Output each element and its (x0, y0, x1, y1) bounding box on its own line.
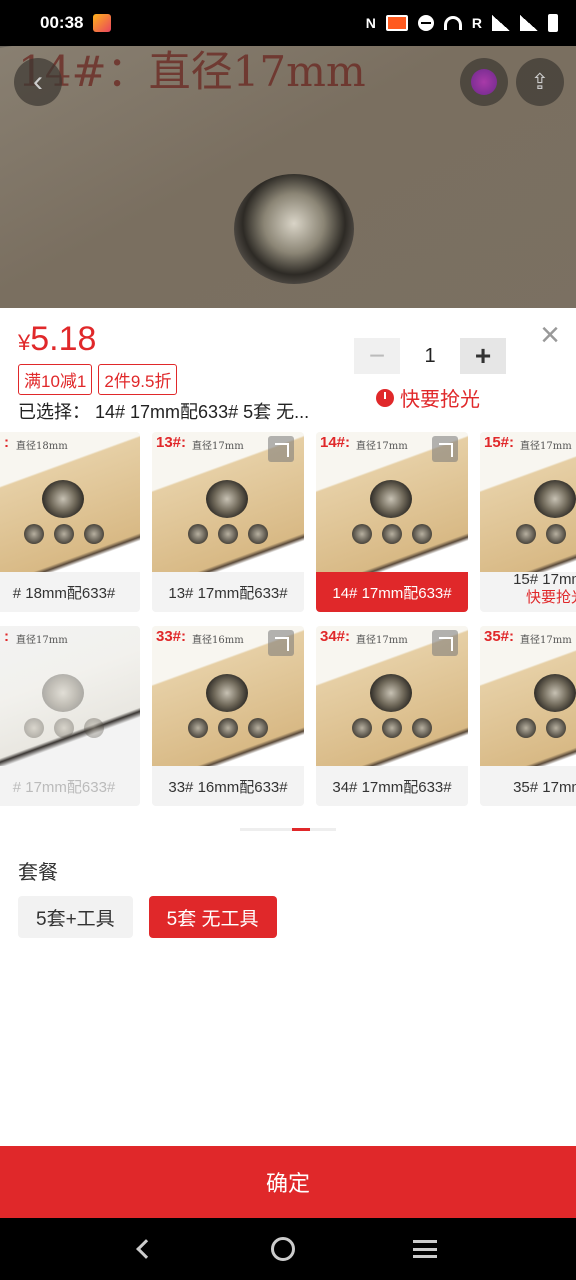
status-icons: N R (366, 14, 558, 32)
variant-card-unavailable[interactable]: : 直径17mm # 17mm配633# (0, 626, 140, 806)
variant-code: 15#: (484, 434, 515, 451)
battery-icon (548, 14, 558, 32)
page-indicator-active (292, 828, 310, 831)
package-title: 套餐 (18, 862, 58, 884)
variant-desc: 直径16mm (192, 635, 244, 646)
variant-label: 34# 17mm配633# (316, 766, 468, 806)
back-nav-icon[interactable] (136, 1239, 156, 1259)
signal-icon (492, 15, 510, 31)
variant-label: 33# 16mm配633# (152, 766, 304, 806)
signal-icon-2 (520, 15, 538, 31)
variant-code: 14#: (320, 434, 351, 451)
expand-icon[interactable] (268, 436, 294, 462)
variant-code: 33#: (156, 628, 187, 645)
increase-button[interactable]: + (460, 338, 506, 374)
package-option[interactable]: 5套+工具 (18, 896, 133, 938)
home-nav-icon[interactable] (271, 1237, 295, 1261)
sku-selection-sheet: ¥5.18 × 满10减1 2件9.5折 − 1 + 快要抢光 已选择： 14#… (0, 308, 576, 1146)
variant-desc: 直径17mm (520, 635, 572, 646)
page-indicator (240, 828, 336, 831)
variant-desc: 直径17mm (356, 441, 408, 452)
nfc-icon: N (365, 15, 376, 31)
share-button[interactable]: ⇪ (516, 58, 564, 106)
button-photo (234, 174, 354, 284)
clock-icon (376, 388, 394, 407)
quantity-value[interactable]: 1 (400, 345, 460, 368)
variant-card[interactable]: 35#: 直径17mm 35# 17mm配 (480, 626, 576, 806)
variant-card[interactable]: 13#: 直径17mm 13# 17mm配633# (152, 432, 304, 612)
currency-symbol: ¥ (18, 330, 31, 355)
variant-label: 14# 17mm配633# (316, 572, 468, 612)
decrease-button[interactable]: − (354, 338, 400, 374)
variant-code: 13#: (156, 434, 187, 451)
variant-desc: 直径18mm (16, 441, 68, 452)
wifi-icon (443, 16, 462, 30)
image-caption: 14#：直径17mm (18, 47, 366, 96)
variant-label: # 17mm配633# (0, 766, 140, 806)
variant-code: 35#: (484, 628, 515, 645)
expand-icon[interactable] (268, 630, 294, 656)
variant-image (0, 432, 140, 572)
variant-code: : (4, 628, 9, 645)
variant-grid: : 直径18mm # 18mm配633# 13#: 直径17mm 13# 17m… (0, 432, 576, 812)
variant-image (0, 626, 140, 766)
variant-card[interactable]: 34#: 直径17mm 34# 17mm配633# (316, 626, 468, 806)
variant-label: 35# 17mm配 (480, 766, 576, 806)
system-nav-bar (0, 1218, 576, 1280)
low-stock-notice: 快要抢光 (376, 383, 480, 412)
variant-desc: 直径17mm (520, 441, 572, 452)
promo-tag: 2件9.5折 (98, 364, 178, 395)
promo-tag: 满10减1 (18, 364, 93, 395)
product-image: 14#：直径17mm ‹ ⇪ (0, 46, 576, 308)
variant-card[interactable]: 33#: 直径16mm 33# 16mm配633# (152, 626, 304, 806)
back-button[interactable]: ‹ (14, 58, 62, 106)
roaming-indicator: R (471, 15, 482, 31)
package-options: 5套+工具 5套 无工具 (18, 896, 277, 938)
variant-label: 15# 17mm配 (513, 571, 576, 588)
variant-desc: 直径17mm (16, 635, 68, 646)
selected-summary: 已选择： 14# 17mm配633# 5套 无... (18, 402, 310, 422)
status-bar: 00:38 N R (0, 0, 576, 46)
variant-image (480, 626, 576, 766)
variant-code: 34#: (320, 628, 351, 645)
do-not-disturb-icon (417, 15, 434, 31)
app-notification-icon (93, 14, 112, 32)
package-option-selected[interactable]: 5套 无工具 (148, 896, 277, 938)
price-amount: 5.18 (30, 320, 97, 358)
variant-desc: 直径17mm (356, 635, 408, 646)
cast-icon (385, 15, 408, 31)
variant-label: # 18mm配633# (0, 572, 140, 612)
variant-desc: 直径17mm (192, 441, 244, 452)
promo-tags: 满10减1 2件9.5折 (18, 364, 178, 395)
variant-image (480, 432, 576, 572)
expand-icon[interactable] (432, 630, 458, 656)
favorite-button[interactable] (460, 58, 508, 106)
close-icon[interactable]: × (540, 318, 560, 352)
variant-card-selected[interactable]: 14#: 直径17mm 14# 17mm配633# (316, 432, 468, 612)
recents-nav-icon[interactable] (413, 1240, 437, 1258)
expand-icon[interactable] (432, 436, 458, 462)
low-stock-text: 快要抢光 (400, 389, 480, 411)
variant-card[interactable]: : 直径18mm # 18mm配633# (0, 432, 140, 612)
status-time: 00:38 (40, 13, 84, 32)
favorite-icon (471, 69, 497, 95)
variant-label-block: 15# 17mm配 快要抢光 (480, 566, 576, 612)
quantity-stepper: − 1 + (354, 338, 506, 374)
price: ¥5.18 (18, 320, 96, 359)
confirm-button[interactable]: 确定 (0, 1146, 576, 1218)
variant-low-stock: 快要抢光 (525, 589, 576, 606)
variant-label: 13# 17mm配633# (152, 572, 304, 612)
variant-card[interactable]: 15#: 直径17mm 15# 17mm配 快要抢光 (480, 432, 576, 612)
variant-code: : (4, 434, 9, 451)
